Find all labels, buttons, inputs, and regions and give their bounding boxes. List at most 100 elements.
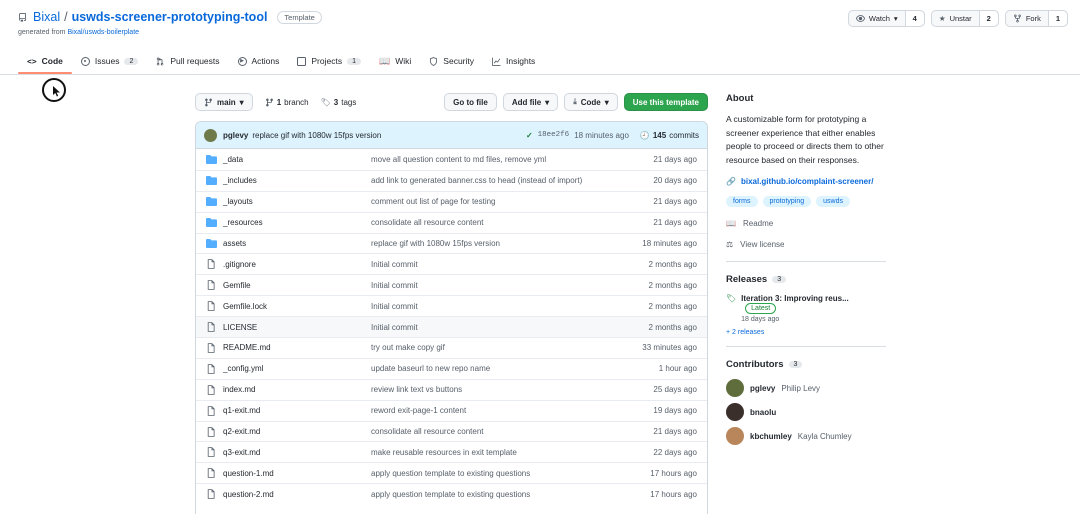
file-commit-message-link[interactable]: Initial commit [371,281,617,290]
file-name-link[interactable]: assets [223,239,371,248]
releases-heading[interactable]: Releases 3 [726,274,886,285]
watch-button[interactable]: Watch ▾ [849,11,906,26]
file-name-link[interactable]: _includes [223,176,371,185]
tab-security[interactable]: Security [420,50,483,72]
file-name-link[interactable]: index.md [223,385,371,394]
file-commit-message-link[interactable]: Initial commit [371,260,617,269]
file-row[interactable]: _resources consolidate all resource conte… [196,211,707,233]
latest-release[interactable]: 🏷 Iteration 3: Improving reus... Latest … [726,294,886,323]
tab-wiki[interactable]: 📖 Wiki [370,50,420,72]
commit-sha-link[interactable]: 18ee2f6 [538,131,570,139]
file-commit-message-link[interactable]: Initial commit [371,302,617,311]
file-row[interactable]: LICENSE Initial commit 2 months ago [196,316,707,338]
star-button-group: ★ Unstar 2 [930,10,999,27]
generated-from-link[interactable]: Bixal/uswds-boilerplate [67,29,139,36]
file-row[interactable]: index.md review link text vs buttons 25 da… [196,378,707,400]
avatar[interactable] [726,403,744,422]
file-row[interactable]: q3-exit.md make reusable resources in exi… [196,441,707,462]
file-commit-message-link[interactable]: Initial commit [371,323,617,332]
watch-button-group: Watch ▾ 4 [847,10,925,27]
file-name-link[interactable]: _layouts [223,197,371,206]
file-name-link[interactable]: question-1.md [223,469,371,478]
avatar[interactable] [726,379,744,398]
code-button[interactable]: ⤓ Code ▾ [564,93,618,111]
file-row[interactable]: q2-exit.md consolidate all resource conte… [196,420,707,442]
file-row[interactable]: .gitignore Initial commit 2 months ago [196,253,707,274]
file-row[interactable]: question-1.md apply question template to … [196,462,707,483]
tab-insights[interactable]: Insights [483,50,544,72]
tab-projects[interactable]: Projects 1 [288,50,370,72]
file-row[interactable]: Gemfile.lock Initial commit 2 months ago [196,295,707,316]
file-commit-message-link[interactable]: add link to generated banner.css to head… [371,176,617,185]
go-to-file-button[interactable]: Go to file [444,93,497,111]
fork-count[interactable]: 1 [1048,11,1067,26]
file-name-link[interactable]: q3-exit.md [223,448,371,457]
contributor-item[interactable]: kbchumley Kayla Chumley [726,427,886,446]
file-commit-message-link[interactable]: consolidate all resource content [371,427,617,436]
file-row[interactable]: _includes add link to generated banner.cs… [196,169,707,191]
readme-link[interactable]: 📖 Readme [726,219,886,228]
file-commit-message-link[interactable]: apply question template to existing ques… [371,469,617,478]
watch-count[interactable]: 4 [905,11,924,26]
avatar[interactable] [726,427,744,446]
add-file-button[interactable]: Add file ▾ [502,93,559,111]
contributors-heading[interactable]: Contributors 3 [726,359,886,370]
file-row[interactable]: question-2.md apply question template to … [196,483,707,504]
file-commit-message-link[interactable]: reword exit-page-1 content [371,406,617,415]
file-commit-message-link[interactable]: update baseurl to new repo name [371,364,617,373]
branch-selector[interactable]: main ▾ [195,93,253,111]
contributor-item[interactable]: bnaolu [726,403,886,422]
file-age: 1 hour ago [658,364,697,374]
website-link[interactable]: 🔗 bixal.github.io/complaint-screener/ [726,177,886,186]
file-name-link[interactable]: q2-exit.md [223,427,371,436]
file-row[interactable]: q1-exit.md reword exit-page-1 content 19 d… [196,399,707,421]
commit-message-link[interactable]: replace gif with 1080w 15fps version [252,131,381,140]
file-name-link[interactable]: question-2.md [223,490,371,499]
more-releases-link[interactable]: + 2 releases [726,329,886,336]
tags-link[interactable]: 🏷 3 tags [321,98,357,107]
tab-pull-requests[interactable]: Pull requests [147,50,228,72]
file-commit-message-link[interactable]: make reusable resources in exit template [371,448,617,457]
file-name-link[interactable]: Gemfile [223,281,371,290]
file-name-link[interactable]: _config.yml [223,364,371,373]
file-row[interactable]: _layouts comment out list of page for tes… [196,190,707,212]
file-row[interactable]: README.md try out make copy gif 33 minutes… [196,337,707,358]
file-age: 2 months ago [648,301,697,311]
file-name-link[interactable]: _resources [223,218,371,227]
star-count[interactable]: 2 [979,11,998,26]
file-name-link[interactable]: q1-exit.md [223,406,371,415]
commit-author-link[interactable]: pglevy [223,131,248,140]
file-name-link[interactable]: LICENSE [223,323,371,332]
file-name-link[interactable]: README.md [223,343,371,352]
file-commit-message-link[interactable]: consolidate all resource content [371,218,617,227]
file-commit-message-link[interactable]: move all question content to md files, r… [371,155,617,164]
tab-actions[interactable]: ▶ Actions [229,50,289,72]
tab-issues[interactable]: Issues 2 [72,50,147,72]
file-commit-message-link[interactable]: apply question template to existing ques… [371,490,617,499]
topic-tag[interactable]: forms [726,196,758,208]
use-template-button[interactable]: Use this template [623,93,708,111]
file-commit-message-link[interactable]: try out make copy gif [371,343,617,352]
topic-tag[interactable]: prototyping [762,196,812,208]
contributor-item[interactable]: pglevy Philip Levy [726,379,886,398]
branches-link[interactable]: 1 branch [265,98,309,107]
file-name-link[interactable]: _data [223,155,371,164]
unstar-button[interactable]: ★ Unstar [932,11,980,26]
file-name-link[interactable]: .gitignore [223,260,371,269]
license-link[interactable]: ⚖ View license [726,240,886,249]
file-name-link[interactable]: Gemfile.lock [223,302,371,311]
file-row[interactable]: _config.yml update baseurl to new repo na… [196,357,707,379]
file-row[interactable]: Gemfile Initial commit 2 months ago [196,274,707,295]
file-commit-message-link[interactable]: comment out list of page for testing [371,197,617,206]
avatar[interactable] [204,128,217,142]
topic-tag[interactable]: uswds [816,196,850,208]
file-row[interactable]: assets replace gif with 1080w 15fps versi… [196,232,707,254]
commits-history-link[interactable]: 🕘 145 commits [640,131,699,140]
tab-code[interactable]: <> Code [18,50,72,74]
file-commit-message-link[interactable]: review link text vs buttons [371,385,617,394]
file-row[interactable]: _data move all question content to md fil… [196,149,707,170]
repo-name-link[interactable]: uswds-screener-prototyping-tool [72,10,268,24]
repo-owner-link[interactable]: Bixal [33,10,60,24]
fork-button[interactable]: Fork [1006,11,1049,26]
file-commit-message-link[interactable]: replace gif with 1080w 15fps version [371,239,617,248]
